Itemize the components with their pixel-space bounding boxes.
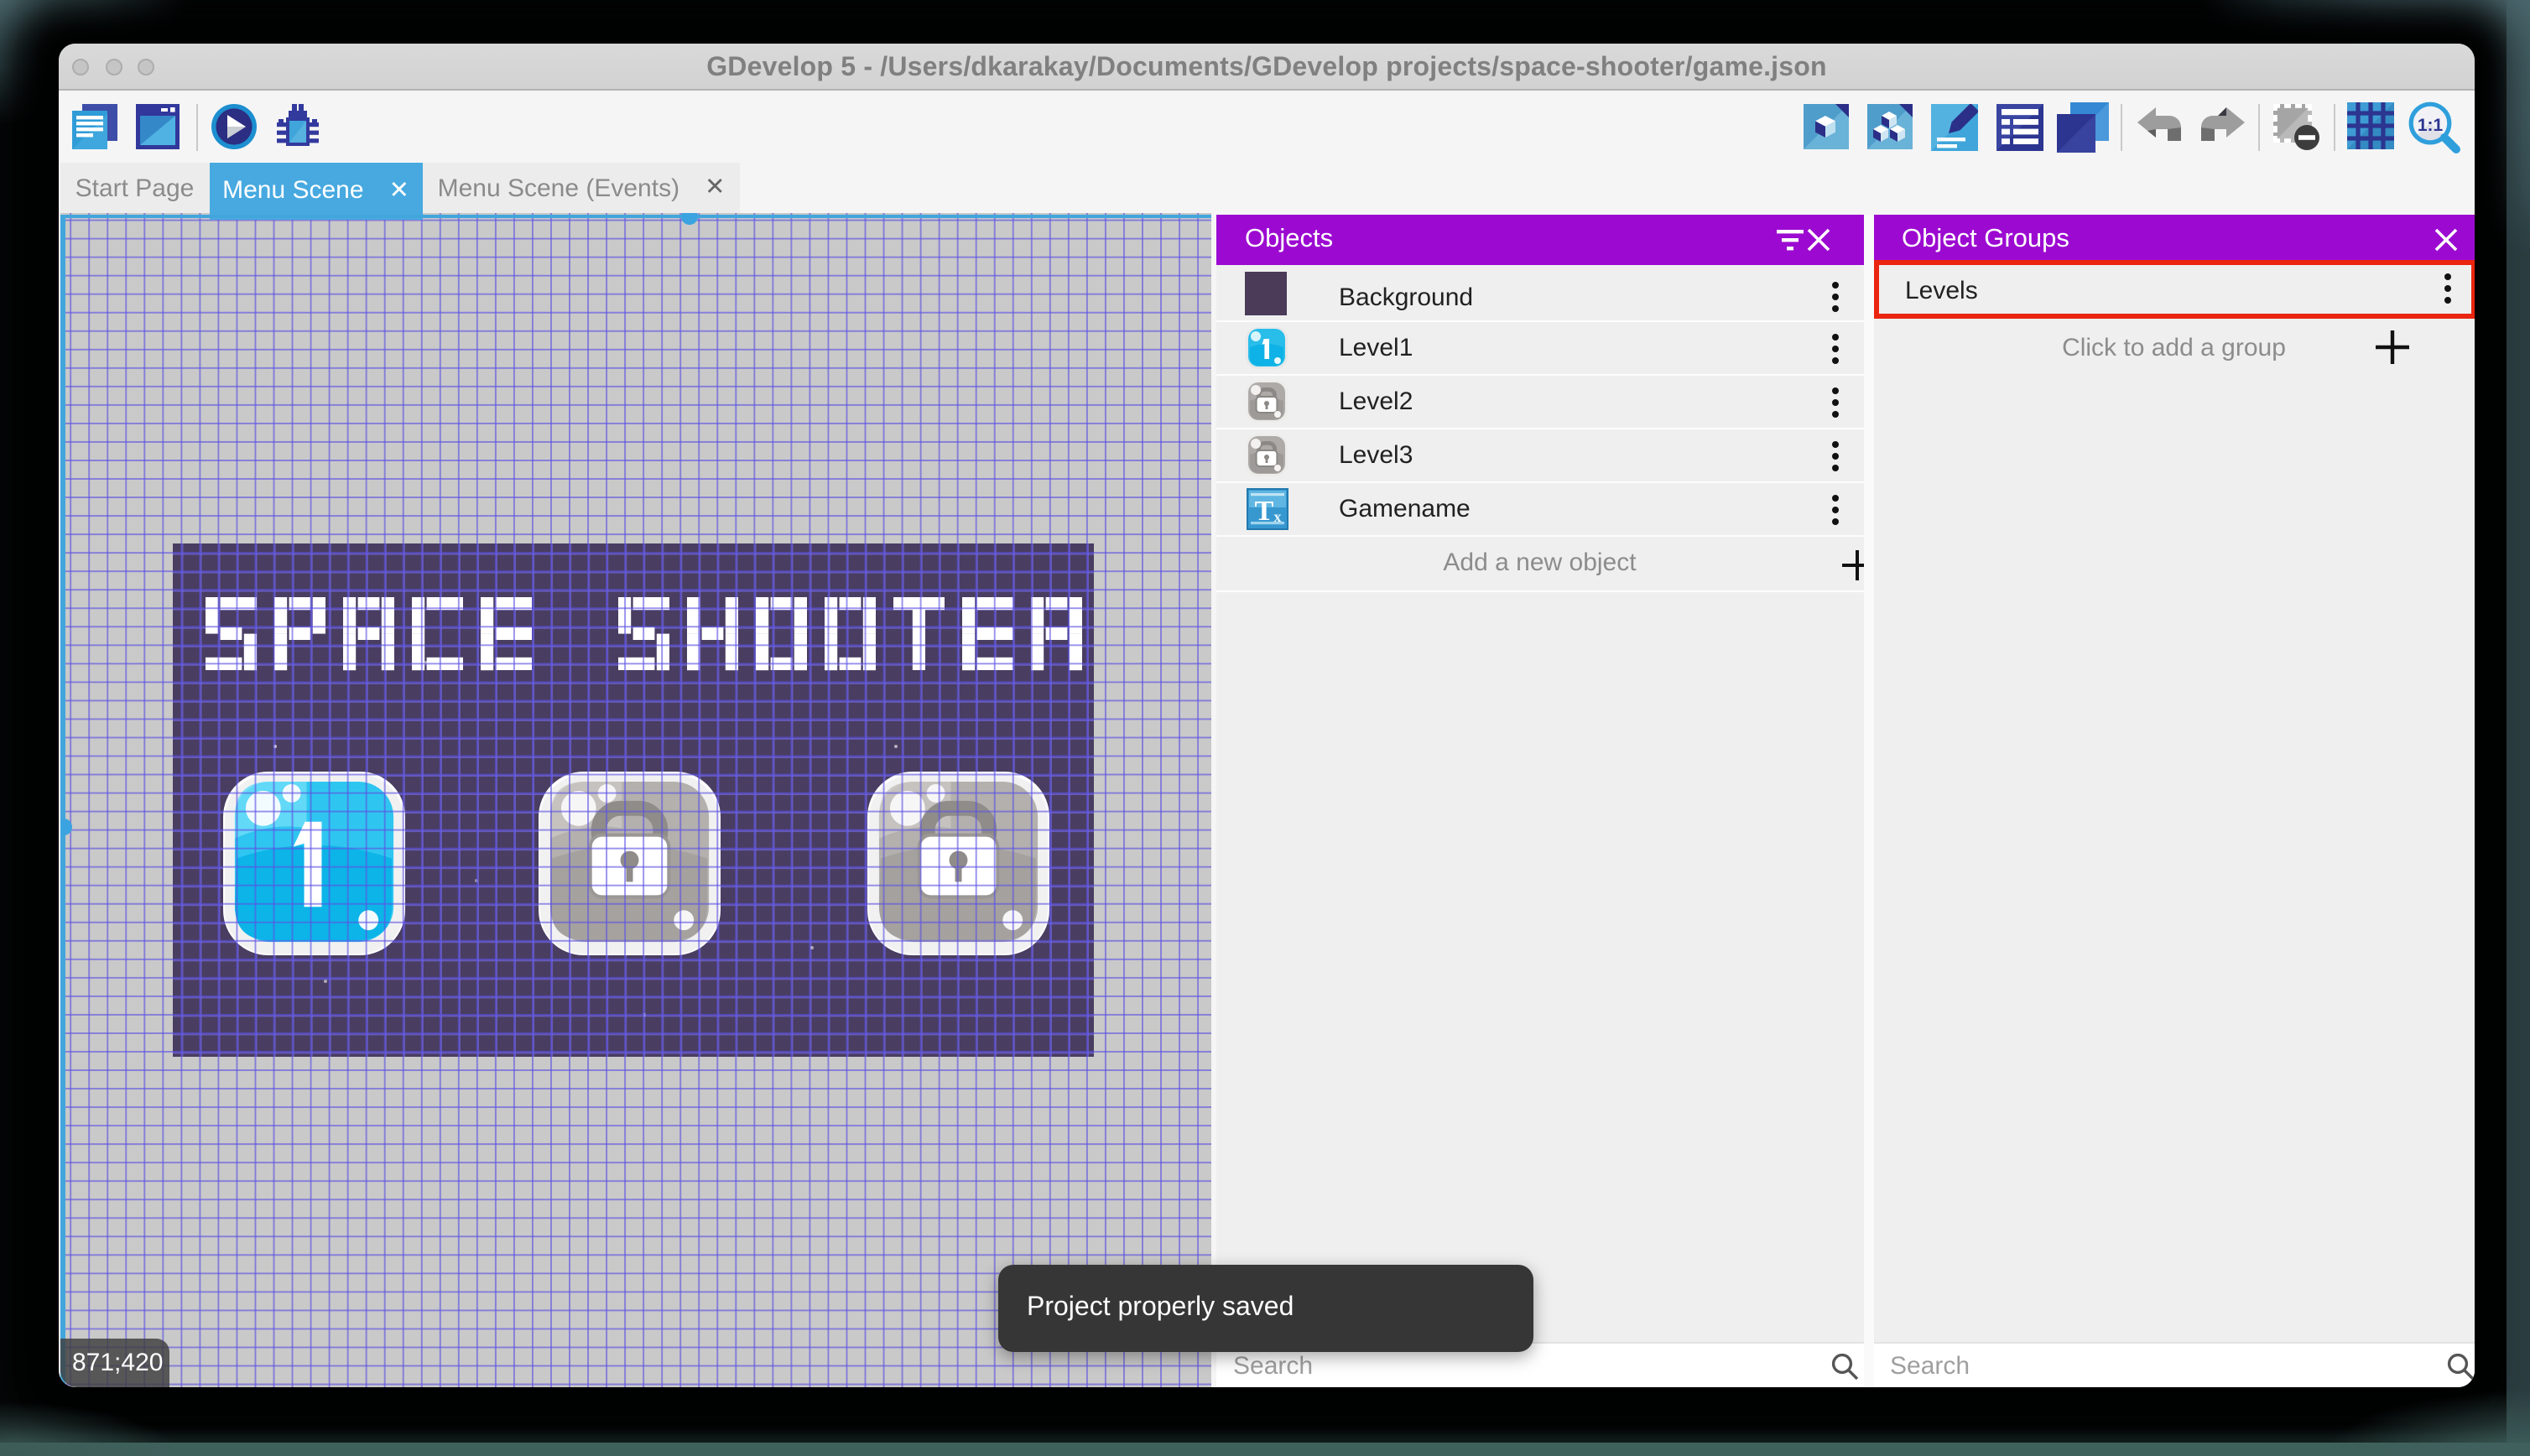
svg-text:1:1: 1:1 (2417, 116, 2443, 135)
svg-text:T: T (1254, 496, 1273, 527)
svg-text:x: x (1273, 508, 1281, 525)
